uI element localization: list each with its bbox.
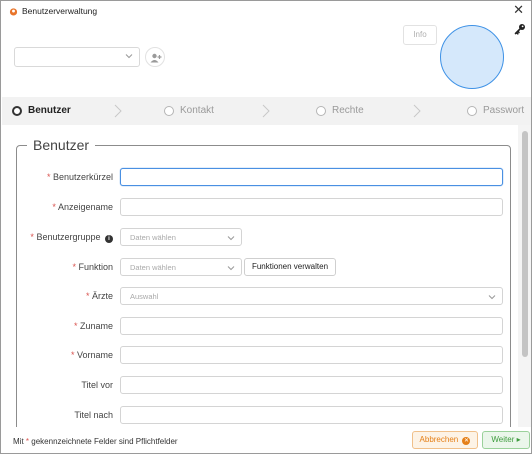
step-indicator: [164, 106, 174, 116]
aerzte-placeholder: Auswahl: [130, 292, 159, 301]
zuname-input[interactable]: [120, 317, 503, 335]
avatar[interactable]: [440, 25, 504, 89]
benutzerkuerzel-label: * Benutzerkürzel: [46, 172, 113, 182]
step-label: Kontakt: [180, 105, 214, 116]
funktion-label: * Funktion: [72, 262, 113, 272]
titel-vor-input[interactable]: [120, 376, 503, 394]
cancel-icon: ✕: [462, 437, 471, 445]
info-button[interactable]: Info: [403, 25, 437, 45]
scrollbar-thumb[interactable]: [522, 131, 528, 357]
chevron-right-icon: [262, 104, 270, 118]
row-titel-vor: Titel vor: [2, 376, 517, 394]
chevron-right-icon: [413, 104, 421, 118]
required-mark: *: [72, 262, 76, 272]
zuname-label: * Zuname: [73, 321, 113, 331]
step-label: Benutzer: [28, 105, 71, 116]
window-title: Benutzerverwaltung: [22, 6, 98, 16]
titel-nach-label: Titel nach: [74, 410, 113, 420]
chevron-down-icon: [488, 295, 496, 300]
add-user-button[interactable]: [145, 47, 165, 67]
close-icon[interactable]: ✕: [513, 3, 524, 17]
required-mark: *: [73, 321, 78, 331]
row-vorname: * Vorname: [2, 346, 517, 364]
required-mark: *: [70, 350, 75, 360]
chevron-down-icon: [227, 266, 235, 271]
anzeigename-input[interactable]: [120, 198, 503, 216]
section-title: Benutzer: [27, 137, 96, 153]
required-mark: *: [30, 232, 34, 242]
user-select-dropdown[interactable]: [14, 47, 140, 67]
chevron-right-icon: [114, 104, 122, 118]
aerzte-label: * Ärzte: [85, 291, 113, 301]
aerzte-select[interactable]: Auswahl: [120, 287, 503, 305]
funktion-placeholder: Daten wählen: [130, 263, 176, 272]
titel-vor-label: Titel vor: [81, 380, 113, 390]
row-titel-nach: Titel nach: [2, 406, 517, 424]
step-indicator: [316, 106, 326, 116]
add-user-icon: [150, 53, 162, 63]
cancel-label: Abbrechen: [419, 435, 459, 444]
row-anzeigename: * Anzeigename: [2, 198, 517, 216]
benutzerkuerzel-input[interactable]: [120, 168, 503, 186]
row-benutzerkuerzel: * Benutzerkürzel: [2, 168, 517, 186]
user-management-window: Benutzerverwaltung ✕ Info Benutzer Konta…: [0, 0, 532, 454]
vorname-input[interactable]: [120, 346, 503, 364]
required-mark: *: [52, 202, 56, 212]
chevron-down-icon: [227, 236, 235, 241]
next-button[interactable]: Weiter ▸: [482, 431, 530, 449]
funktion-select[interactable]: Daten wählen: [120, 258, 242, 276]
chevron-down-icon: [125, 54, 133, 59]
anzeigename-label: * Anzeigename: [52, 202, 113, 212]
row-funktion: * Funktion Daten wählen Funktionen verwa…: [2, 258, 517, 276]
benutzergruppe-label: * Benutzergruppe i: [30, 232, 113, 243]
step-indicator: [467, 106, 477, 116]
next-label: Weiter: [491, 435, 515, 444]
vertical-scrollbar[interactable]: [518, 125, 531, 427]
manage-functions-button[interactable]: Funktionen verwalten: [244, 258, 336, 276]
required-mark: *: [46, 172, 51, 182]
row-zuname: * Zuname: [2, 317, 517, 335]
step-indicator: [12, 106, 22, 116]
cancel-button[interactable]: Abbrechen ✕: [412, 431, 478, 449]
form-scroll-area: Benutzer * Benutzerkürzel * Anzeigename …: [2, 125, 517, 427]
footer-bar: Mit * gekennzeichnete Felder sind Pflich…: [2, 427, 531, 453]
next-arrow-icon: ▸: [516, 435, 521, 444]
vorname-label: * Vorname: [70, 350, 113, 360]
required-mark: *: [85, 291, 90, 301]
wizard-steps: Benutzer Kontakt Rechte Passwort: [2, 97, 531, 125]
app-logo-icon: [9, 8, 18, 16]
step-label: Passwort: [483, 105, 525, 116]
benutzergruppe-select[interactable]: Daten wählen: [120, 228, 242, 246]
required-fields-note: Mit * gekennzeichnete Felder sind Pflich…: [13, 437, 178, 446]
row-aerzte: * Ärzte Auswahl: [2, 287, 517, 305]
row-benutzergruppe: * Benutzergruppe i Daten wählen: [2, 228, 517, 246]
info-icon[interactable]: i: [105, 235, 113, 243]
titel-nach-input[interactable]: [120, 406, 503, 424]
step-label: Rechte: [332, 105, 364, 116]
benutzergruppe-placeholder: Daten wählen: [130, 233, 176, 242]
key-icon[interactable]: [514, 23, 526, 35]
title-bar: Benutzerverwaltung ✕: [1, 1, 531, 21]
